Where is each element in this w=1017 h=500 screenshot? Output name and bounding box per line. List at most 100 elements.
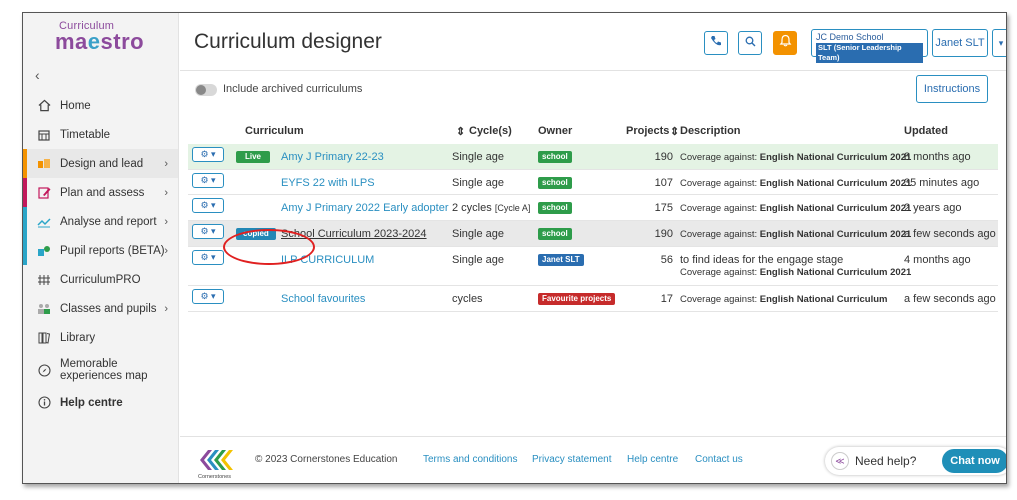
column-header-description: Description <box>680 125 741 137</box>
description: to find ideas for the engage stage Cover… <box>680 254 912 278</box>
updated-time: 8 months ago <box>904 151 971 163</box>
row-actions-button[interactable]: ⚙ ▾ <box>192 147 224 162</box>
projects-count: 107 <box>654 177 673 189</box>
cycle-value: Single age <box>452 228 504 240</box>
column-header-owner[interactable]: Owner <box>538 125 572 137</box>
cycle-value: 2 cycles [Cycle A] <box>452 202 531 214</box>
cycle-value: cycles <box>452 293 483 305</box>
chevron-right-icon: › <box>164 302 168 315</box>
column-header-projects[interactable]: Projects <box>626 125 669 137</box>
school-selector[interactable]: JC Demo School SLT (Senior Leadership Te… <box>811 29 928 63</box>
chat-now-button[interactable]: Chat now <box>942 449 1006 473</box>
cycle-value: Single age <box>452 177 504 189</box>
app-window: Curriculum maestro ‹ Home Timetable Desi… <box>22 12 1007 484</box>
page-title: Curriculum designer <box>194 30 382 53</box>
curriculum-link[interactable]: School favourites <box>281 293 365 305</box>
table-row[interactable]: ⚙ ▾ Live Amy J Primary 22-23 Single age … <box>188 144 998 170</box>
description: Coverage against: English National Curri… <box>680 229 912 240</box>
terms-link[interactable]: Terms and conditions <box>423 454 518 465</box>
curriculum-link[interactable]: Amy J Primary 2022 Early adopter <box>281 202 449 214</box>
projects-count: 17 <box>660 293 673 305</box>
phone-button[interactable] <box>704 31 728 55</box>
privacy-link[interactable]: Privacy statement <box>532 454 611 465</box>
chevron-right-icon: › <box>164 157 168 170</box>
sort-icon[interactable]: ⇕ <box>456 125 465 138</box>
pro-icon <box>36 272 52 288</box>
sidebar-item-label: Classes and pupils <box>60 302 157 315</box>
sidebar-item-label: CurriculumPRO <box>60 273 141 286</box>
sidebar-item-timetable[interactable]: Timetable <box>23 120 178 149</box>
sidebar-item-curriculumpro[interactable]: CurriculumPRO <box>23 265 178 294</box>
sidebar-item-home[interactable]: Home <box>23 91 178 120</box>
sidebar-item-pupil-reports[interactable]: Pupil reports (BETA) › <box>23 236 178 265</box>
sort-icon[interactable]: ⇕ <box>670 125 679 138</box>
phone-icon <box>710 34 722 52</box>
contact-link[interactable]: Contact us <box>695 454 743 465</box>
chevron-right-icon: › <box>164 215 168 228</box>
updated-time: a few seconds ago <box>904 293 996 305</box>
sidebar-item-analyse-and-report[interactable]: Analyse and report › <box>23 207 178 236</box>
row-actions-button[interactable]: ⚙ ▾ <box>192 250 224 265</box>
footer: Cornerstones © 2023 Cornerstones Educati… <box>180 436 1006 483</box>
sidebar-item-label: Design and lead <box>60 157 144 170</box>
header: Curriculum designer JC Demo School SLT (… <box>180 13 1006 71</box>
sidebar-item-label: Home <box>60 99 91 112</box>
updated-time: a few seconds ago <box>904 228 996 240</box>
projects-count: 175 <box>654 202 673 214</box>
sidebar-item-label: Help centre <box>60 396 123 409</box>
column-header-updated[interactable]: Updated <box>904 125 948 137</box>
search-button[interactable] <box>738 31 762 55</box>
table-header: Curriculum ⇕ Cycle(s) Owner Projects ⇕ D… <box>188 121 998 143</box>
notifications-button[interactable] <box>773 31 797 55</box>
sidebar-item-label: Library <box>60 331 96 344</box>
instructions-button[interactable]: Instructions <box>916 75 988 103</box>
projects-count: 56 <box>660 254 673 266</box>
curriculum-link[interactable]: Amy J Primary 22-23 <box>281 151 384 163</box>
row-actions-button[interactable]: ⚙ ▾ <box>192 173 224 188</box>
owner-badge: school <box>538 176 572 189</box>
chevron-down-icon[interactable]: ▾ <box>992 29 1006 57</box>
logo-big-text: maestro <box>55 29 145 54</box>
owner-badge: school <box>538 201 572 214</box>
row-actions-button[interactable]: ⚙ ▾ <box>192 224 224 239</box>
table-row[interactable]: ⚙ ▾ School favourites cycles Favourite p… <box>188 286 998 312</box>
live-badge: Live <box>236 150 271 163</box>
archived-toggle[interactable] <box>195 84 217 96</box>
library-icon <box>36 330 52 346</box>
projects-count: 190 <box>654 228 673 240</box>
table-row[interactable]: ⚙ ▾ Amy J Primary 2022 Early adopter 2 c… <box>188 195 998 221</box>
owner-badge: Janet SLT <box>538 253 584 266</box>
cornerstones-logo[interactable] <box>198 447 238 477</box>
column-header-cycles[interactable]: Cycle(s) <box>469 125 512 137</box>
collapse-sidebar-icon[interactable]: ‹ <box>35 67 40 83</box>
description: Coverage against: English National Curri… <box>680 203 912 214</box>
sidebar-item-memorable-experiences-map[interactable]: Memorable experiences map <box>23 352 178 388</box>
row-actions-button[interactable]: ⚙ ▾ <box>192 289 224 304</box>
chart-icon <box>36 214 52 230</box>
help-widget[interactable]: ≪ Need help? Chat now <box>825 447 1006 475</box>
description: Coverage against: English National Curri… <box>680 294 888 305</box>
row-actions-button[interactable]: ⚙ ▾ <box>192 198 224 213</box>
report-icon <box>36 243 52 259</box>
calendar-icon <box>36 127 52 143</box>
user-menu-button[interactable]: Janet SLT <box>932 29 988 57</box>
sidebar-nav: Home Timetable Design and lead › Plan an… <box>23 91 178 417</box>
cycle-value: Single age <box>452 151 504 163</box>
cornerstones-mini-icon: ≪ <box>831 452 849 470</box>
sidebar-item-help-centre[interactable]: Help centre <box>23 388 178 417</box>
curriculum-link[interactable]: EYFS 22 with ILPS <box>281 177 375 189</box>
sidebar-item-label: Plan and assess <box>60 186 145 199</box>
need-help-label: Need help? <box>855 454 917 468</box>
logo[interactable]: Curriculum maestro <box>55 21 144 53</box>
users-icon <box>36 301 52 317</box>
archived-toggle-label: Include archived curriculums <box>223 83 363 95</box>
column-header-curriculum[interactable]: Curriculum <box>245 125 304 137</box>
school-role-badge: SLT (Senior Leadership Team) <box>816 43 923 63</box>
sidebar-item-label: Pupil reports (BETA) <box>60 244 165 257</box>
sidebar-item-design-and-lead[interactable]: Design and lead › <box>23 149 178 178</box>
table-row[interactable]: ⚙ ▾ EYFS 22 with ILPS Single age school … <box>188 170 998 195</box>
sidebar-item-classes-and-pupils[interactable]: Classes and pupils › <box>23 294 178 323</box>
sidebar-item-plan-and-assess[interactable]: Plan and assess › <box>23 178 178 207</box>
help-centre-link[interactable]: Help centre <box>627 454 678 465</box>
sidebar-item-library[interactable]: Library <box>23 323 178 352</box>
